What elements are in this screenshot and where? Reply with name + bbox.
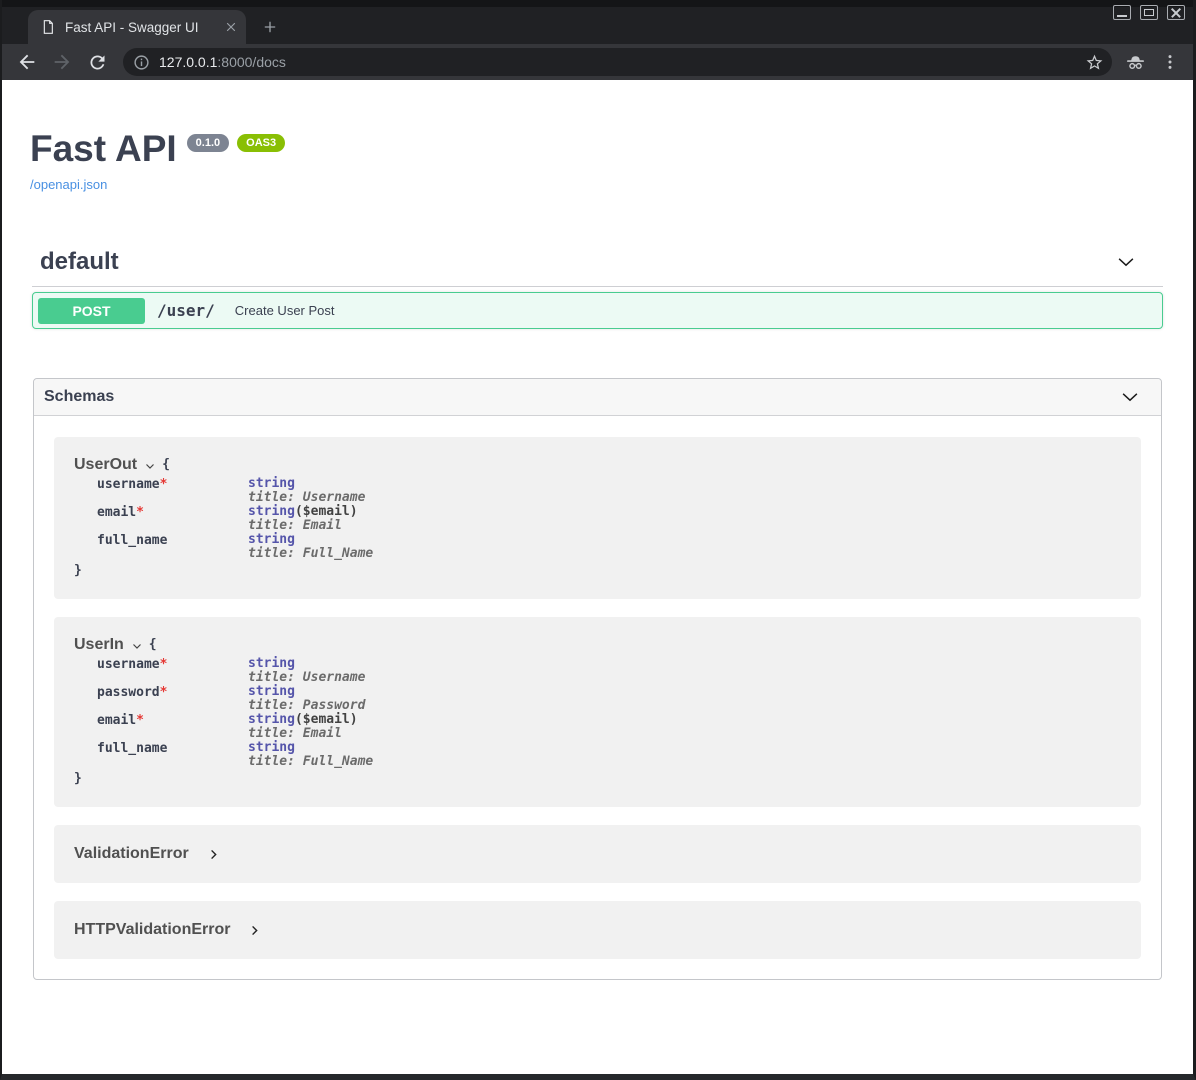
opblock-post-user[interactable]: POST /user/ Create User Post [32, 292, 1163, 329]
property-definition: string title: Full_Name [248, 741, 1121, 769]
browser-tab[interactable]: Fast API - Swagger UI [28, 10, 246, 44]
property-name: username* [97, 657, 248, 685]
table-row: full_name string title: Full_Name [97, 533, 1121, 561]
url-text: 127.0.0.1:8000/docs [159, 54, 1085, 70]
models-container: UserOut { username* string title: Userna… [34, 416, 1161, 979]
property-definition: string title: Username [248, 477, 1121, 505]
property-definition: string($email) title: Email [248, 505, 1121, 533]
property-name: full_name [97, 533, 248, 561]
property-name: username* [97, 477, 248, 505]
collapse-chevron-icon[interactable] [1115, 251, 1137, 273]
model-userout: UserOut { username* string title: Userna… [54, 437, 1141, 599]
schemas-chevron-icon[interactable] [1119, 386, 1141, 408]
site-info-icon[interactable] [133, 54, 150, 71]
model-validationerror[interactable]: ValidationError [54, 825, 1141, 883]
tag-header[interactable]: default [32, 247, 1163, 277]
model-collapse-chevron-icon[interactable] [131, 640, 143, 652]
close-window-button[interactable] [1167, 5, 1185, 20]
model-httpvalidationerror[interactable]: HTTPValidationError [54, 901, 1141, 959]
minimize-button[interactable] [1113, 5, 1131, 20]
schemas-section: Schemas UserOut { [33, 378, 1162, 980]
required-star: * [160, 657, 168, 672]
api-info: Fast API 0.1.0 OAS3 /openapi.json [2, 80, 1193, 194]
property-name: email* [97, 505, 248, 533]
tag-section-default: default POST /user/ Create User Post [32, 247, 1163, 329]
reload-icon[interactable] [84, 49, 110, 75]
swagger-page: Fast API 0.1.0 OAS3 /openapi.json defaul… [2, 80, 1193, 1074]
table-row: username* string title: Username [97, 477, 1121, 505]
bookmark-star-icon[interactable] [1085, 53, 1104, 72]
open-brace: { [162, 455, 170, 475]
tab-title: Fast API - Swagger UI [65, 20, 215, 35]
tab-strip: Fast API - Swagger UI [2, 7, 1193, 44]
openapi-spec-link[interactable]: /openapi.json [30, 177, 107, 192]
required-star: * [160, 685, 168, 700]
window-frame-top [2, 0, 1193, 7]
table-row: email* string($email) title: Email [97, 713, 1121, 741]
new-tab-button[interactable] [256, 13, 284, 41]
property-definition: string title: Full_Name [248, 533, 1121, 561]
table-row: email* string($email) title: Email [97, 505, 1121, 533]
browser-toolbar: 127.0.0.1:8000/docs [2, 44, 1193, 80]
back-icon[interactable] [14, 49, 40, 75]
window-controls [1113, 5, 1185, 20]
version-badge: 0.1.0 [187, 134, 229, 152]
address-bar[interactable]: 127.0.0.1:8000/docs [123, 48, 1112, 76]
model-expand-chevron-icon[interactable] [207, 848, 220, 861]
model-title[interactable]: UserIn [74, 635, 124, 655]
property-definition: string title: Username [248, 657, 1121, 685]
endpoint-path: /user/ [157, 301, 215, 320]
page-document-icon [40, 19, 56, 35]
endpoint-summary: Create User Post [235, 303, 335, 318]
model-title[interactable]: HTTPValidationError [74, 921, 230, 939]
model-title[interactable]: ValidationError [74, 845, 189, 863]
schemas-header[interactable]: Schemas [34, 379, 1161, 416]
property-name: full_name [97, 741, 248, 769]
close-brace: } [74, 769, 1121, 789]
property-definition: string($email) title: Email [248, 713, 1121, 741]
table-row: full_name string title: Full_Name [97, 741, 1121, 769]
schemas-title: Schemas [44, 388, 114, 406]
table-row: password* string title: Password [97, 685, 1121, 713]
menu-kebab-icon[interactable] [1157, 49, 1183, 75]
open-brace: { [149, 635, 157, 655]
model-collapse-chevron-icon[interactable] [144, 460, 156, 472]
api-title: Fast API [30, 129, 177, 169]
forward-icon[interactable] [49, 49, 75, 75]
model-expand-chevron-icon[interactable] [248, 924, 261, 937]
close-brace: } [74, 561, 1121, 581]
oas3-badge: OAS3 [237, 134, 285, 152]
required-star: * [136, 505, 144, 520]
required-star: * [136, 713, 144, 728]
browser-window: Fast API - Swagger UI 127.0.0 [0, 0, 1196, 1080]
property-definition: string title: Password [248, 685, 1121, 713]
table-row: username* string title: Username [97, 657, 1121, 685]
tag-divider [32, 286, 1163, 287]
tag-name: default [40, 247, 119, 277]
http-method-badge: POST [38, 298, 145, 324]
required-star: * [160, 477, 168, 492]
maximize-button[interactable] [1140, 5, 1158, 20]
tab-close-icon[interactable] [224, 20, 238, 34]
property-name: email* [97, 713, 248, 741]
model-userin: UserIn { username* string title: Usernam… [54, 617, 1141, 807]
property-name: password* [97, 685, 248, 713]
incognito-icon [1122, 49, 1148, 75]
model-title[interactable]: UserOut [74, 455, 137, 475]
